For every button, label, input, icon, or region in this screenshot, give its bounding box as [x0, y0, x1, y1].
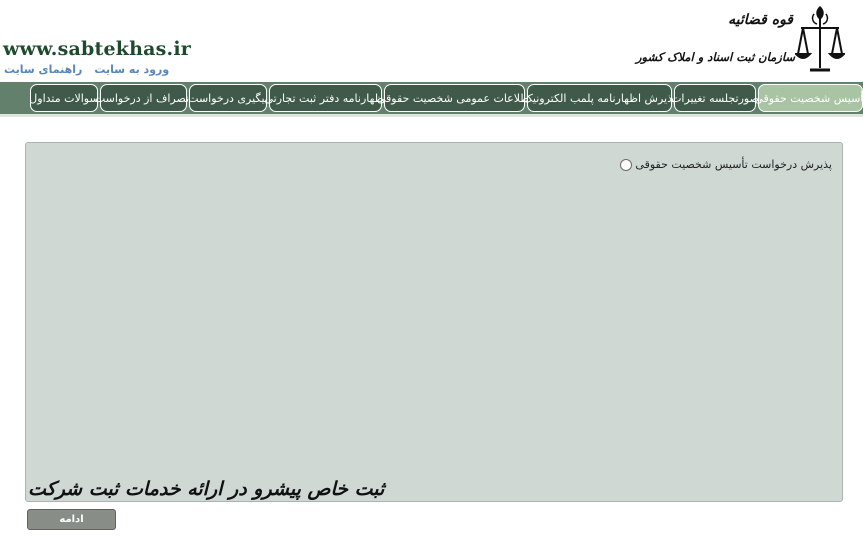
tab-cancel-request[interactable]: انصراف از درخواست	[95, 84, 192, 112]
login-link[interactable]: ورود به سایت	[94, 63, 169, 76]
accept-request-label[interactable]: پذیرش درخواست تأسیس شخصیت حقوقی	[635, 158, 832, 171]
content-panel: پذیرش درخواست تأسیس شخصیت حقوقی ثبت خاص …	[25, 142, 843, 502]
accept-request-radio[interactable]	[620, 158, 633, 171]
organization-title: سازمان ثبت اسناد و املاک کشور	[635, 50, 795, 64]
request-option: پذیرش درخواست تأسیس شخصیت حقوقی	[620, 158, 832, 171]
tab-commercial-register[interactable]: اظهارنامه دفتر ثبت تجارتی	[264, 84, 387, 112]
help-link[interactable]: راهنمای سایت	[4, 63, 82, 76]
tab-faq[interactable]: سوالات متداول	[29, 84, 99, 112]
main-nav: تأسیس شخصیت حقوقی صورتجلسه تغییرات پذیرش…	[0, 82, 863, 114]
organization-logo: قوه قضائیه سازمان ثبت اسناد و املاک کشور	[636, 6, 845, 76]
judiciary-title: قوه قضائیه	[728, 12, 793, 28]
slogan: ثبت خاص پیشرو در ارائه خدمات ثبت شرکت	[28, 478, 385, 500]
tab-track-request[interactable]: پیگیری درخواست	[188, 84, 268, 112]
tab-public-info[interactable]: اطلاعات عمومی شخصیت حقوقی	[377, 84, 532, 112]
tab-establish-legal-entity[interactable]: تأسیس شخصیت حقوقی	[754, 84, 863, 112]
site-url[interactable]: www.sabtekhas.ir	[3, 38, 191, 60]
scales-of-justice-icon	[795, 6, 845, 72]
site-links: ورود به سایت راهنمای سایت	[4, 63, 169, 76]
continue-button[interactable]: ادامه	[27, 509, 116, 530]
nav-divider	[0, 114, 863, 117]
tab-change-minutes[interactable]: صورتجلسه تغییرات	[671, 84, 759, 112]
tab-electronic-seal[interactable]: پذیرش اظهارنامه پلمب الکترونیک	[523, 84, 676, 112]
